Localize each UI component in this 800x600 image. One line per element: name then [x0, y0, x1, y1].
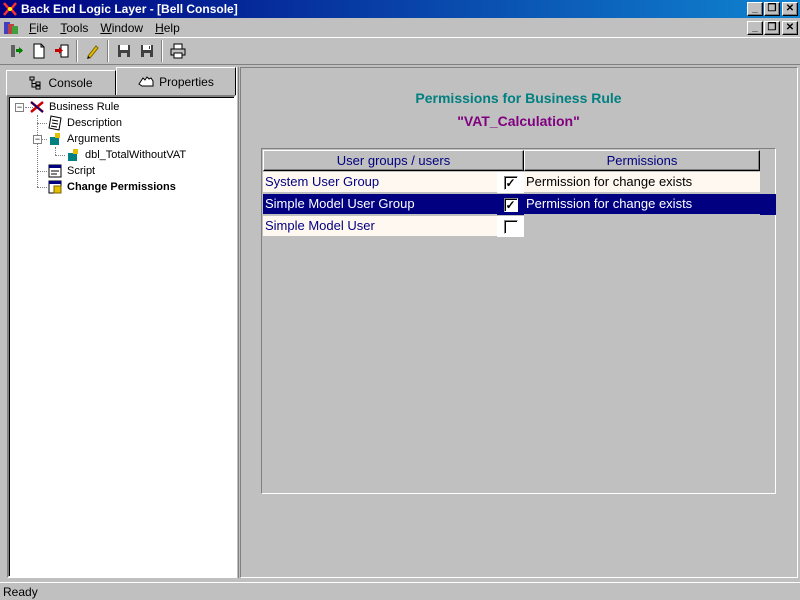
menu-help-rest: elp: [163, 20, 180, 35]
menu-file[interactable]: File: [23, 21, 54, 35]
close-button[interactable]: ✕: [782, 2, 798, 16]
arguments-icon: [47, 131, 63, 147]
pane-tabs: Console Properties: [3, 67, 236, 97]
title-bar: Back End Logic Layer - [Bell Console] _ …: [0, 0, 800, 18]
change-permissions-icon: [47, 179, 63, 195]
tree-label: Change Permissions: [67, 181, 176, 193]
user-group-name[interactable]: Simple Model User Group: [263, 194, 497, 215]
tab-console[interactable]: Console: [6, 70, 116, 96]
menu-help-accel: H: [155, 20, 164, 35]
new-document-icon: [33, 43, 44, 59]
selection-highlight: [760, 194, 776, 215]
connect-icon: [10, 45, 23, 57]
menu-tools[interactable]: Tools: [54, 21, 94, 35]
tree-connector: [37, 115, 38, 187]
permissions-panel: Permissions for Business Rule "VAT_Calcu…: [240, 67, 798, 578]
print-button[interactable]: [166, 40, 189, 62]
console-tree-icon: [29, 76, 41, 90]
tree-connector: [37, 187, 47, 188]
restore-button[interactable]: ❐: [764, 2, 780, 16]
tree-connector: [37, 171, 47, 172]
menu-window-accel: W: [100, 20, 112, 35]
edit-button[interactable]: [81, 40, 104, 62]
column-header-permissions[interactable]: Permissions: [524, 150, 760, 171]
rule-name: "VAT_Calculation": [457, 113, 580, 129]
menu-bar: File Tools Window Help _ ❐ ✕: [0, 18, 800, 37]
toolbar-separator: [161, 40, 163, 62]
print-icon: [170, 43, 185, 59]
permission-checkbox[interactable]: [503, 219, 518, 234]
import-button[interactable]: [50, 40, 73, 62]
menu-window-rest: indow: [111, 20, 144, 35]
tree-expander-arguments[interactable]: −: [33, 135, 42, 144]
import-icon: [54, 44, 68, 58]
tab-properties-label: Properties: [159, 74, 214, 89]
table-row[interactable]: System User Group ✓ Permission for chang…: [263, 172, 776, 193]
permission-value[interactable]: Permission for change exists: [524, 172, 760, 193]
tree-label: Business Rule: [49, 101, 120, 113]
argument-icon: [65, 147, 81, 163]
permissions-grid: User groups / users Permissions System U…: [261, 148, 776, 494]
menu-help[interactable]: Help: [149, 21, 186, 35]
app-logo-icon[interactable]: [2, 1, 18, 17]
business-rule-icon: [29, 99, 45, 115]
script-icon: [47, 163, 63, 179]
menu-window[interactable]: Window: [94, 21, 149, 35]
tree-node-change-permissions[interactable]: Change Permissions: [47, 179, 176, 195]
tree-label: Description: [67, 117, 123, 129]
permission-checkbox-cell[interactable]: [497, 216, 524, 237]
tree-node-argument[interactable]: dbl_TotalWithoutVAT: [65, 147, 186, 163]
tree-node-script[interactable]: Script: [47, 163, 95, 179]
column-header-users[interactable]: User groups / users: [263, 150, 524, 171]
toolbar: [0, 37, 800, 65]
rule-tree: − Business Rule Description − Arguments …: [7, 95, 236, 578]
properties-hand-icon: [138, 75, 154, 86]
tree-connector: [55, 155, 65, 156]
status-bar: Ready: [0, 582, 800, 600]
tree-node-arguments[interactable]: Arguments: [47, 131, 120, 147]
save-all-button[interactable]: [135, 40, 158, 62]
permission-checkbox-cell[interactable]: ✓: [497, 172, 524, 193]
tree-expander-business-rule[interactable]: −: [15, 103, 24, 112]
menu-tools-rest: ools: [66, 20, 89, 35]
page-title: Permissions for Business Rule: [415, 90, 622, 106]
tab-console-label: Console: [48, 76, 93, 90]
save-icon: [117, 45, 130, 57]
table-row-selected[interactable]: Simple Model User Group ✓ Permission for…: [263, 194, 776, 215]
user-name[interactable]: Simple Model User: [263, 216, 497, 237]
edit-icon: [86, 45, 99, 59]
mdi-close-button[interactable]: ✕: [782, 21, 798, 35]
save-all-icon: [140, 45, 153, 57]
save-button[interactable]: [112, 40, 135, 62]
table-row[interactable]: Simple Model User: [263, 216, 776, 237]
window-title: Back End Logic Layer - [Bell Console]: [21, 2, 238, 16]
permission-checkbox[interactable]: ✓: [503, 197, 518, 212]
status-text: Ready: [3, 584, 38, 599]
connect-button[interactable]: [4, 40, 27, 62]
pane-splitter[interactable]: [236, 67, 239, 578]
tree-node-description[interactable]: Description: [47, 115, 122, 131]
tree-node-business-rule[interactable]: Business Rule: [29, 99, 119, 115]
minimize-button[interactable]: _: [747, 2, 763, 16]
tree-label: Arguments: [67, 133, 121, 145]
mdi-minimize-button[interactable]: _: [747, 21, 763, 35]
navigation-pane: Console Properties − Business Rule Descr…: [3, 67, 236, 578]
description-icon: [47, 115, 63, 131]
mdi-restore-button[interactable]: ❐: [764, 21, 780, 35]
tree-label: Script: [67, 165, 96, 177]
document-icon[interactable]: [3, 20, 19, 36]
permission-checkbox-cell[interactable]: ✓: [497, 194, 524, 215]
user-group-name[interactable]: System User Group: [263, 172, 497, 193]
tree-connector: [37, 123, 47, 124]
toolbar-separator: [76, 40, 78, 62]
toolbar-separator: [107, 40, 109, 62]
tree-connector: [55, 147, 56, 155]
permission-checkbox[interactable]: ✓: [503, 175, 518, 190]
tab-properties[interactable]: Properties: [116, 67, 236, 95]
menu-file-rest: ile: [36, 20, 49, 35]
permission-value[interactable]: Permission for change exists: [524, 194, 760, 215]
tree-label: dbl_TotalWithoutVAT: [85, 149, 187, 161]
new-button[interactable]: [27, 40, 50, 62]
